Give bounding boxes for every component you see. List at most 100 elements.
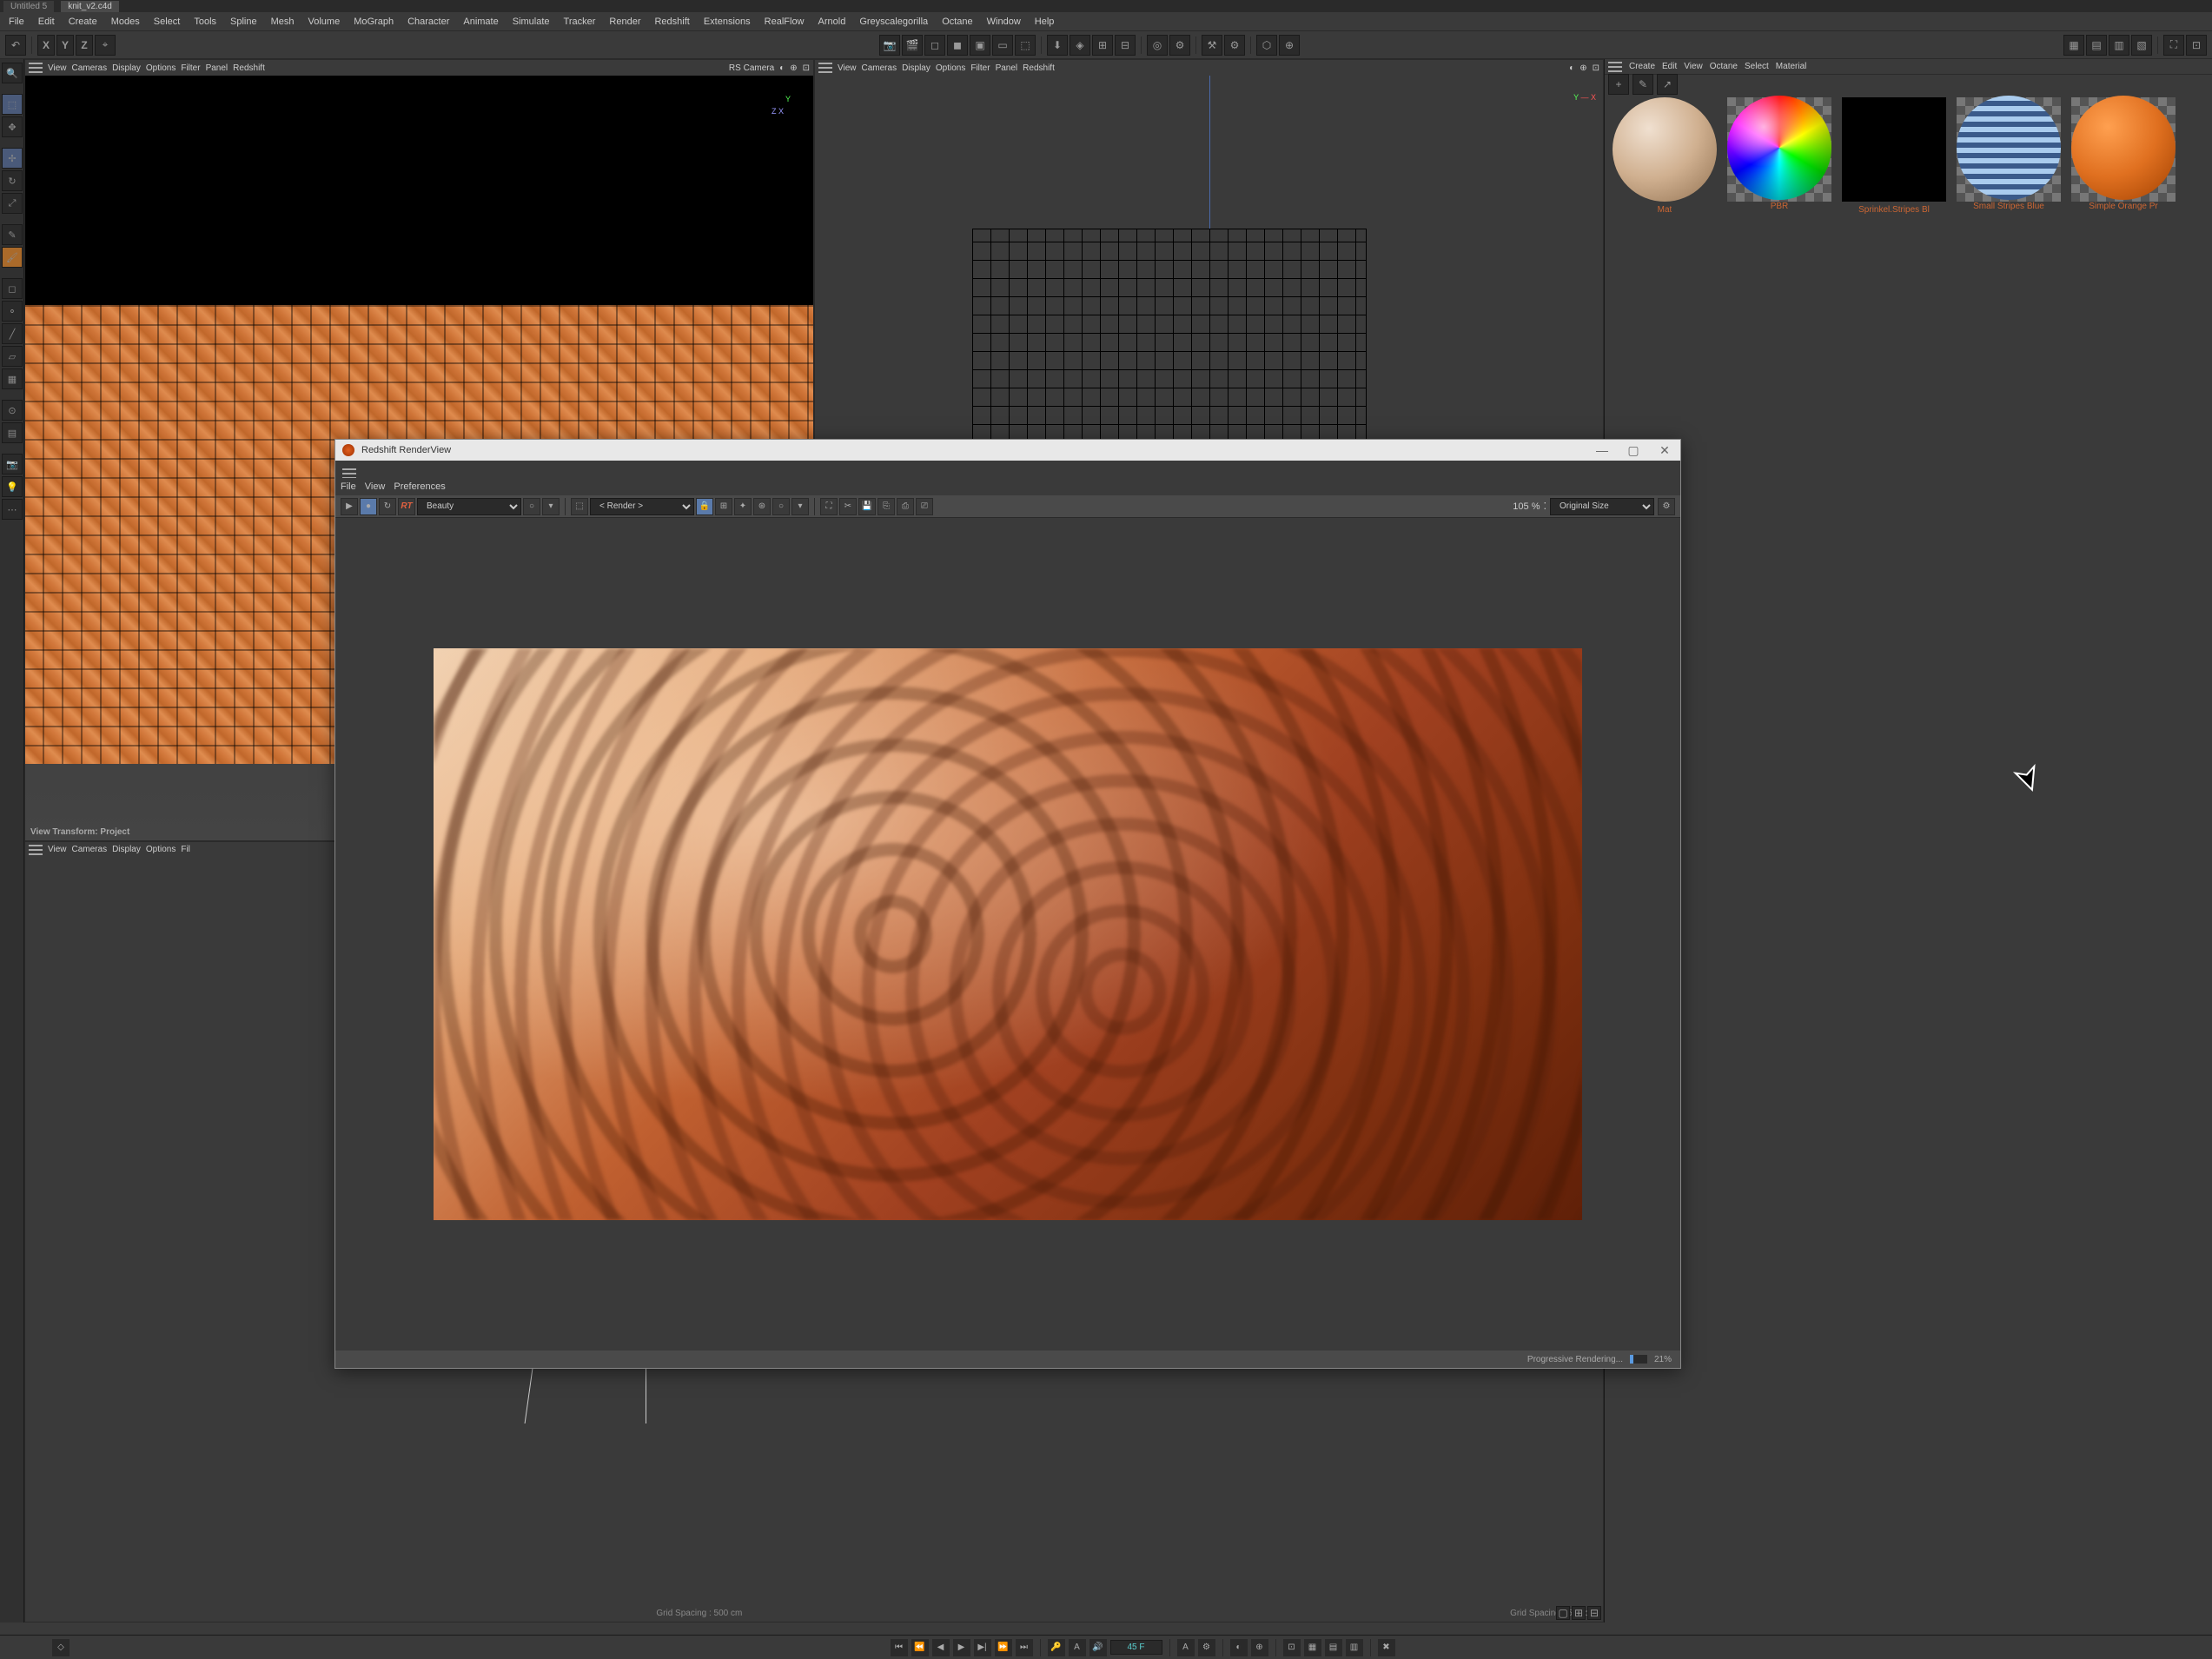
vp-filter[interactable]: Filter (970, 63, 990, 73)
axis-gizmo-icon[interactable] (772, 95, 806, 129)
vp-nav1-icon[interactable]: ◐ (779, 63, 785, 73)
target2-icon[interactable]: ⊕ (1279, 35, 1300, 56)
paint-icon[interactable]: 🖌 (2, 247, 23, 268)
grid-icon[interactable]: ⊞ (715, 498, 732, 515)
menu-octane[interactable]: Octane (937, 15, 977, 29)
size-select[interactable]: Original Size (1550, 498, 1654, 515)
layout-single-icon[interactable]: ▢ (1556, 1606, 1570, 1620)
menu-modes[interactable]: Modes (106, 15, 145, 29)
expand-icon[interactable]: ⛶ (2163, 35, 2184, 56)
vp-view[interactable]: View (48, 63, 67, 73)
menu-select[interactable]: Select (149, 15, 186, 29)
vp-options[interactable]: Options (146, 63, 176, 73)
rt-toggle[interactable]: RT (398, 498, 415, 515)
goto-start-icon[interactable]: ⏮ (891, 1639, 908, 1656)
vp-filter[interactable]: Fil (181, 845, 190, 854)
material-swatch[interactable]: PBR (1723, 97, 1836, 215)
brush-icon[interactable]: ✎ (2, 224, 23, 245)
axis-y-button[interactable]: Y (56, 35, 74, 56)
vp-view[interactable]: View (48, 845, 67, 854)
mat-edit[interactable]: Edit (1662, 62, 1677, 71)
light-icon[interactable]: 💡 (2, 476, 23, 497)
hamburger-icon[interactable] (29, 63, 43, 73)
render-select[interactable]: < Render > (590, 498, 694, 515)
picture-viewer-icon[interactable]: 🎬 (902, 35, 923, 56)
vp-filter[interactable]: Filter (181, 63, 200, 73)
collapse-icon[interactable]: ⊡ (2186, 35, 2207, 56)
move-icon[interactable]: ✢ (2, 148, 23, 169)
menu-extensions[interactable]: Extensions (699, 15, 756, 29)
material-swatch[interactable]: Small Stripes Blue (1952, 97, 2065, 215)
rw-view[interactable]: View (365, 481, 386, 492)
mat-material[interactable]: Material (1776, 62, 1807, 71)
opt3-icon[interactable]: ◐ (1230, 1639, 1248, 1656)
save-icon[interactable]: 💾 (858, 498, 876, 515)
menu-help[interactable]: Help (1030, 15, 1060, 29)
vp-panel[interactable]: Panel (996, 63, 1018, 73)
crop-icon[interactable]: ✂ (839, 498, 857, 515)
workplane-icon[interactable]: ▤ (2, 422, 23, 443)
axis-z-button[interactable]: Z (76, 35, 93, 56)
tool-icon[interactable]: ⚒ (1202, 35, 1222, 56)
autokey-icon[interactable]: A (1069, 1639, 1086, 1656)
render-start-icon[interactable]: ▶ (341, 498, 358, 515)
keyframe-icon[interactable]: 🔑 (1048, 1639, 1065, 1656)
menu-greyscalegorilla[interactable]: Greyscalegorilla (854, 15, 933, 29)
texture-icon[interactable]: ▦ (2, 368, 23, 389)
prev-key-icon[interactable]: ⏪ (911, 1639, 929, 1656)
poly-icon[interactable]: ▱ (2, 346, 23, 367)
mat-select[interactable]: Select (1745, 62, 1769, 71)
menu-file[interactable]: File (3, 15, 30, 29)
edge-icon[interactable]: ╱ (2, 323, 23, 344)
search-icon[interactable]: 🔍 (2, 63, 23, 83)
opt6-icon[interactable]: ▦ (1304, 1639, 1321, 1656)
rotate-icon[interactable]: ↻ (2, 170, 23, 191)
opt7-icon[interactable]: ▤ (1325, 1639, 1342, 1656)
chevron-down-icon[interactable]: ▾ (542, 498, 560, 515)
model-icon[interactable]: ◻ (2, 278, 23, 299)
menu-create[interactable]: Create (63, 15, 103, 29)
menu-spline[interactable]: Spline (225, 15, 262, 29)
snapshot-icon[interactable]: ✦ (734, 498, 752, 515)
document-tab-active[interactable]: knit_v2.c4d (61, 1, 119, 12)
refresh-icon[interactable]: ↻ (379, 498, 396, 515)
new-material-icon[interactable]: + (1608, 74, 1629, 95)
menu-tools[interactable]: Tools (189, 15, 222, 29)
axis-x-button[interactable]: X (37, 35, 55, 56)
hamburger-icon[interactable] (29, 845, 43, 855)
vp-nav1-icon[interactable]: ◐ (1569, 63, 1574, 73)
fit-icon[interactable]: ⛶ (820, 498, 838, 515)
layout-quad-icon[interactable]: ⊞ (1572, 1606, 1586, 1620)
mat-view[interactable]: View (1684, 62, 1703, 71)
minimize-icon[interactable]: — (1593, 443, 1611, 458)
vp-options[interactable]: Options (936, 63, 965, 73)
goto-end-icon[interactable]: ⏭ (1016, 1639, 1033, 1656)
vp-cameras[interactable]: Cameras (72, 845, 108, 854)
ipr-icon[interactable]: ● (360, 498, 377, 515)
mat-create[interactable]: Create (1629, 62, 1655, 71)
rw-file[interactable]: File (341, 481, 356, 492)
vp-display[interactable]: Display (112, 63, 141, 73)
vp-display[interactable]: Display (902, 63, 930, 73)
rw-preferences[interactable]: Preferences (394, 481, 445, 492)
layout1-icon[interactable]: ▦ (2063, 35, 2084, 56)
hex-icon[interactable]: ⬡ (1256, 35, 1277, 56)
menu-edit[interactable]: Edit (33, 15, 60, 29)
menu-render[interactable]: Render (604, 15, 646, 29)
menu-arnold[interactable]: Arnold (813, 15, 851, 29)
menu-redshift[interactable]: Redshift (649, 15, 694, 29)
vp-nav2-icon[interactable]: ⊕ (1580, 63, 1586, 73)
material-swatch[interactable]: Mat (1608, 97, 1721, 215)
layout-tri-icon[interactable]: ⊟ (1587, 1606, 1601, 1620)
cube3-icon[interactable]: ▣ (970, 35, 990, 56)
hamburger-icon[interactable] (818, 63, 832, 73)
play-icon[interactable]: ▶ (953, 1639, 970, 1656)
material-swatch[interactable]: Sprinkel.Stripes Bl (1838, 97, 1950, 215)
copy3-icon[interactable]: ⎚ (916, 498, 933, 515)
undo-icon[interactable]: ↶ (5, 35, 26, 56)
layout3-icon[interactable]: ▥ (2109, 35, 2129, 56)
floor-icon[interactable]: ▭ (992, 35, 1013, 56)
vp-nav3-icon[interactable]: ⊡ (1593, 63, 1599, 73)
circle-icon[interactable]: ○ (523, 498, 540, 515)
copy2-icon[interactable]: ⎙ (897, 498, 914, 515)
